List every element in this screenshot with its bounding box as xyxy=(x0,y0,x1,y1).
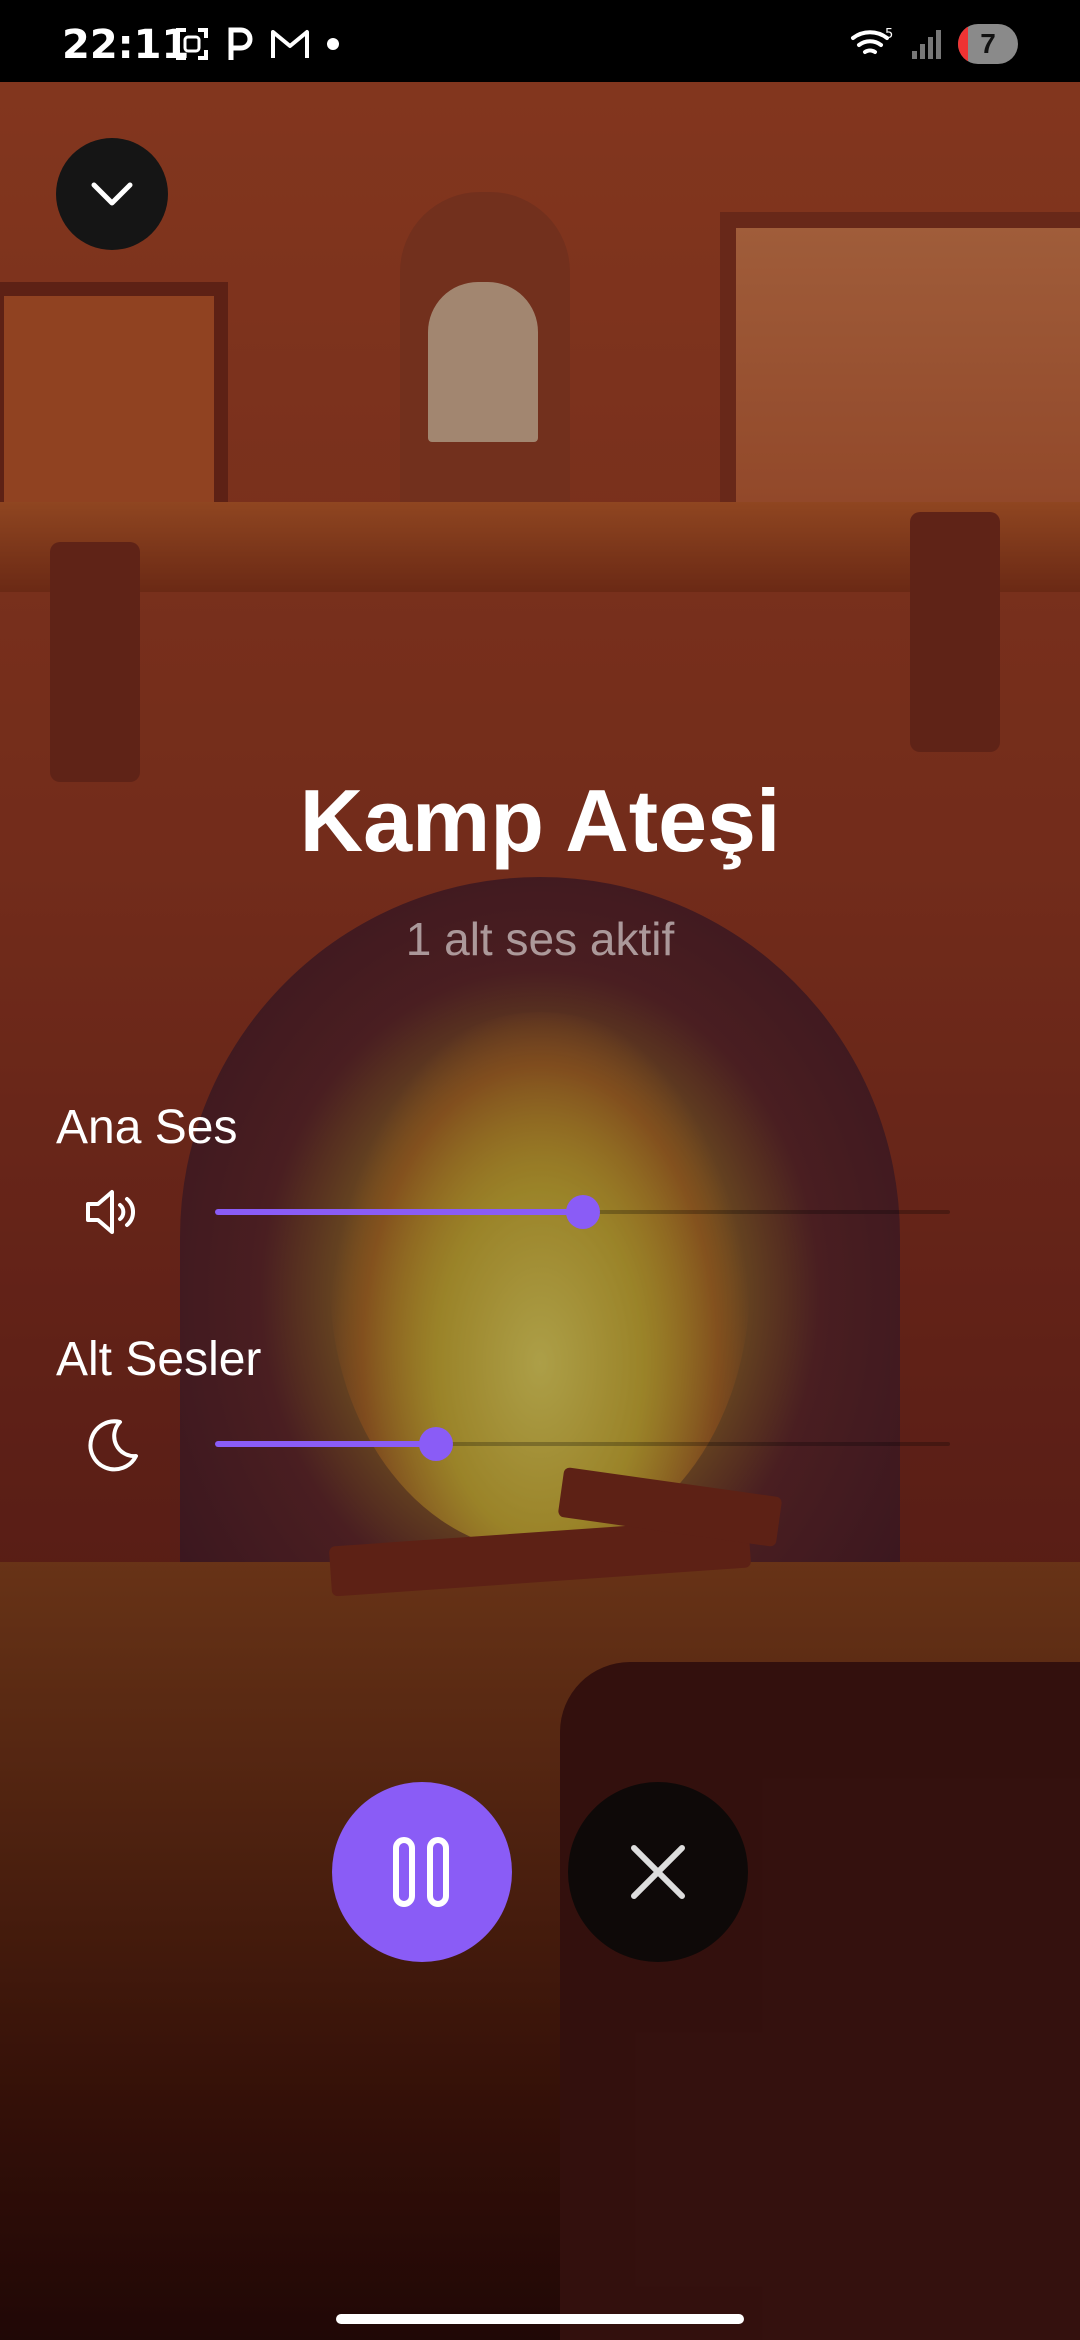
speaker-icon xyxy=(86,1190,135,1234)
collapse-button[interactable] xyxy=(56,138,168,250)
svg-text:5: 5 xyxy=(885,27,893,42)
close-button[interactable] xyxy=(568,1782,748,1962)
slider-fill xyxy=(215,1441,436,1447)
gmail-icon xyxy=(271,30,309,58)
battery-level: 7 xyxy=(980,28,996,59)
slider-fill xyxy=(215,1209,583,1215)
main-volume-slider[interactable] xyxy=(215,1192,950,1232)
active-subsounds-text: 1 alt ses aktif xyxy=(405,913,675,965)
close-icon xyxy=(631,1845,685,1899)
notification-icons xyxy=(174,26,340,62)
pause-button[interactable] xyxy=(332,1782,512,1962)
pause-icon xyxy=(393,1837,449,1907)
main-volume-label: Ana Ses xyxy=(56,1101,238,1154)
home-indicator[interactable] xyxy=(336,2314,744,2324)
slider-thumb[interactable] xyxy=(565,1195,600,1229)
status-time: 22:11 xyxy=(62,22,190,68)
p-app-icon xyxy=(228,27,253,60)
sound-title: Kamp Ateşi xyxy=(299,771,781,870)
wifi-icon: 5 xyxy=(851,27,893,54)
battery-indicator: 7 xyxy=(958,24,1018,64)
chevron-down-icon xyxy=(91,182,133,206)
slider-thumb[interactable] xyxy=(418,1427,453,1461)
signal-icon xyxy=(912,30,941,59)
moon-icon xyxy=(88,1419,138,1472)
dot-icon xyxy=(327,38,339,50)
screenshot-icon xyxy=(176,28,208,60)
sub-sounds-slider[interactable] xyxy=(215,1424,950,1464)
sub-sounds-label: Alt Sesler xyxy=(56,1333,262,1386)
status-bar: 22:11 5 7 xyxy=(0,0,1080,82)
system-icons: 5 7 xyxy=(850,24,1018,64)
